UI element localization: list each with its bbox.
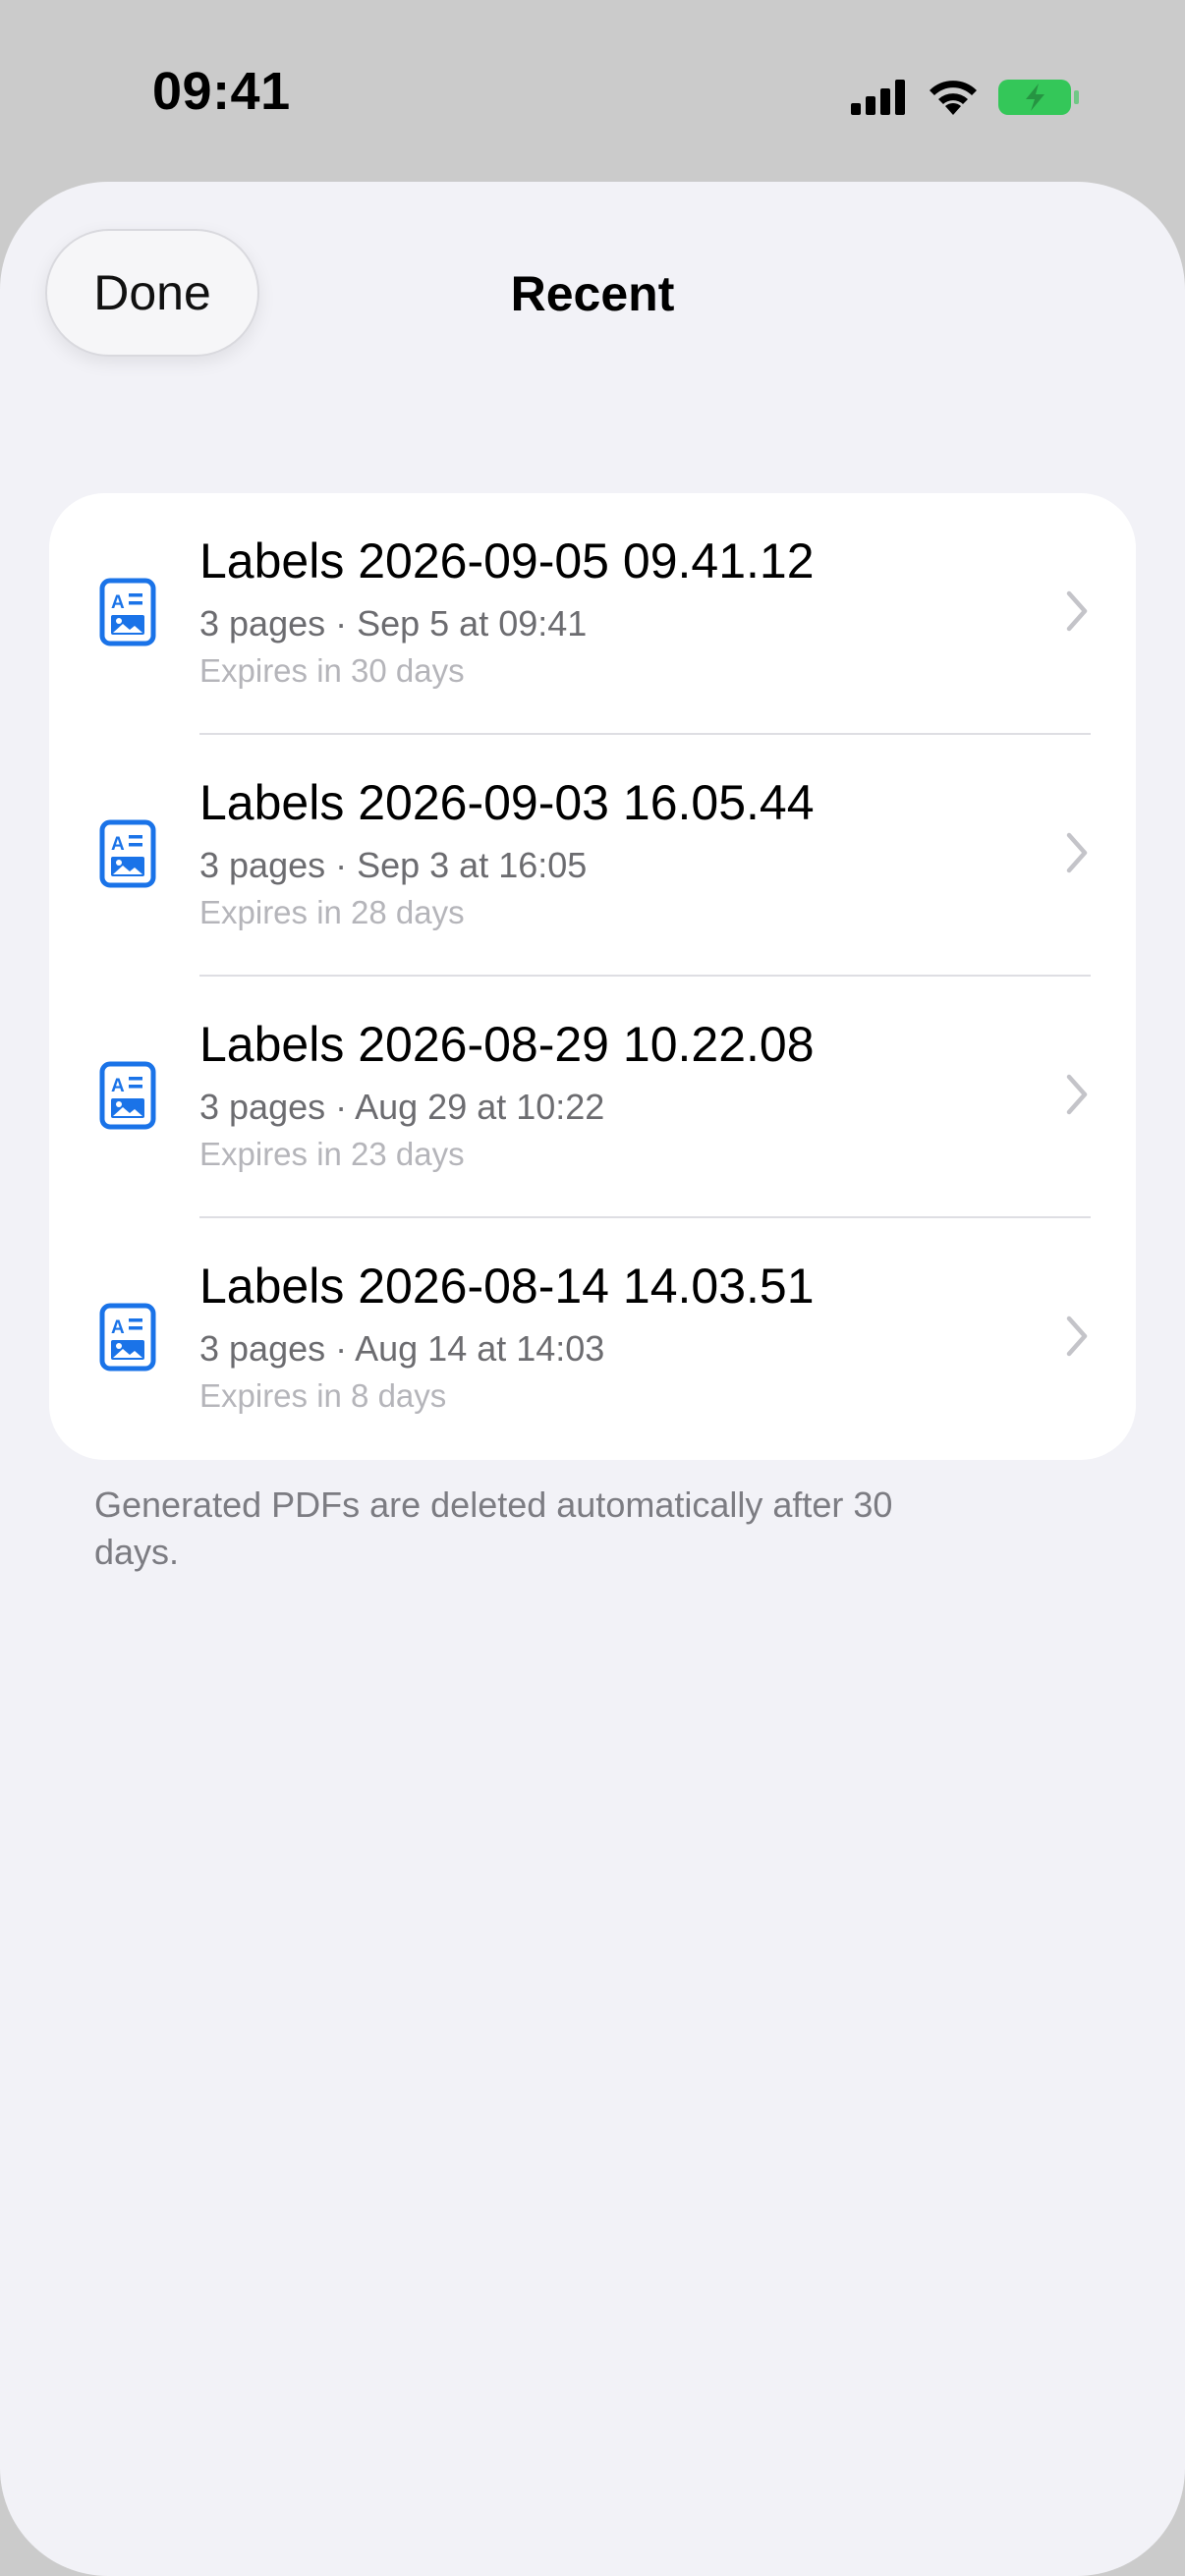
chevron-right-icon bbox=[1066, 1316, 1088, 1357]
footer-note: Generated PDFs are deleted automatically… bbox=[94, 1484, 893, 1572]
item-subtitle: 3 pages · Aug 29 at 10:22 bbox=[199, 1087, 605, 1127]
recent-list: A Labels 2026-09-05 09.41.12 3 pages · S… bbox=[49, 493, 1136, 1460]
svg-text:A: A bbox=[111, 1076, 125, 1096]
cellular-signal-icon bbox=[851, 80, 905, 115]
item-expiry: Expires in 30 days bbox=[199, 652, 465, 689]
list-item[interactable]: A Labels 2026-09-03 16.05.44 3 pages · S… bbox=[49, 735, 1136, 977]
svg-text:A: A bbox=[111, 834, 125, 855]
item-title: Labels 2026-09-05 09.41.12 bbox=[199, 533, 815, 588]
recent-sheet: Done Recent A Labels 2026-09-05 09.41.12… bbox=[0, 182, 1185, 2576]
chevron-right-icon bbox=[1066, 832, 1088, 873]
wifi-icon bbox=[930, 81, 977, 115]
item-title: Labels 2026-08-29 10.22.08 bbox=[199, 1017, 815, 1072]
document-richtext-icon: A bbox=[99, 819, 156, 888]
document-richtext-icon: A bbox=[99, 578, 156, 646]
document-richtext-icon: A bbox=[99, 1303, 156, 1372]
battery-charging-icon bbox=[998, 80, 1079, 115]
item-title: Labels 2026-09-03 16.05.44 bbox=[199, 775, 815, 830]
chevron-right-icon bbox=[1066, 1074, 1088, 1115]
item-expiry: Expires in 8 days bbox=[199, 1377, 447, 1414]
list-item[interactable]: A Labels 2026-08-14 14.03.51 3 pages · A… bbox=[49, 1218, 1136, 1460]
item-subtitle: 3 pages · Sep 5 at 09:41 bbox=[199, 603, 588, 644]
list-item[interactable]: A Labels 2026-08-29 10.22.08 3 pages · A… bbox=[49, 977, 1136, 1218]
list-item[interactable]: A Labels 2026-09-05 09.41.12 3 pages · S… bbox=[49, 493, 1136, 735]
status-time: 09:41 bbox=[152, 62, 291, 121]
item-subtitle: 3 pages · Sep 3 at 16:05 bbox=[199, 845, 588, 885]
chevron-right-icon bbox=[1066, 590, 1088, 632]
item-expiry: Expires in 28 days bbox=[199, 894, 465, 930]
svg-text:A: A bbox=[111, 1317, 125, 1338]
svg-text:A: A bbox=[111, 592, 125, 613]
item-expiry: Expires in 23 days bbox=[199, 1136, 465, 1172]
document-richtext-icon: A bbox=[99, 1061, 156, 1130]
status-bar: 09:41 bbox=[0, 0, 1185, 182]
sheet-title: Recent bbox=[510, 266, 675, 321]
item-subtitle: 3 pages · Aug 14 at 14:03 bbox=[199, 1328, 605, 1369]
item-title: Labels 2026-08-14 14.03.51 bbox=[199, 1259, 815, 1314]
status-icons bbox=[851, 73, 1081, 122]
